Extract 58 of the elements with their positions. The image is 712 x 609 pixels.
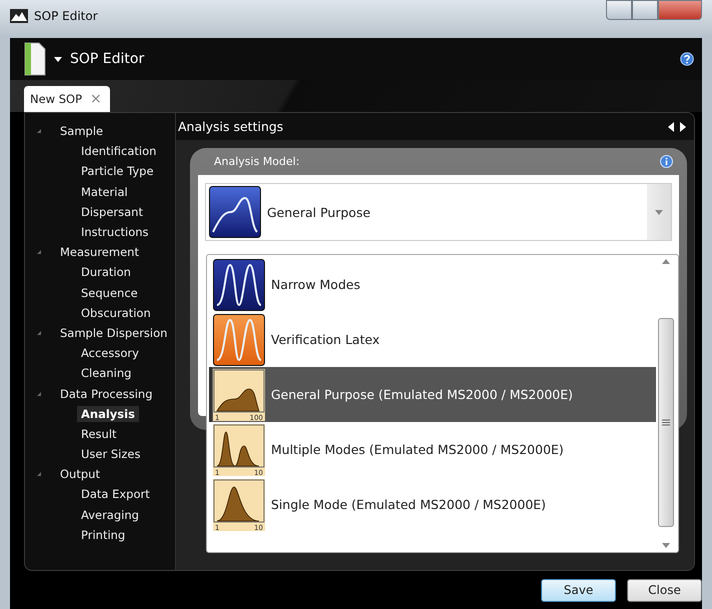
dropdown-value: General Purpose [267,204,370,220]
tree-item[interactable]: User Sizes [77,446,144,462]
field-label: Analysis Model: [214,155,300,168]
grip-icon [662,419,670,426]
tree-item[interactable]: Particle Type [77,163,158,180]
dropdown-option[interactable]: Narrow Modes [209,257,656,312]
tree-item[interactable]: Duration [77,264,135,280]
double-peak-icon [213,314,265,366]
section-title: Analysis settings [178,119,284,134]
tree-item[interactable]: Analysis [77,406,139,422]
help-icon[interactable] [680,52,694,66]
tree-item[interactable]: Printing [77,526,130,543]
caret-icon [655,210,663,214]
mountain-icon [10,9,28,23]
tree-item[interactable]: Sequence [77,284,142,301]
tab-close-button[interactable]: × [90,91,102,107]
curve-icon [209,186,261,238]
tree-item[interactable]: Accessory [77,345,143,362]
tree-group[interactable]: Measurement [60,245,139,260]
scroll-thumb[interactable] [658,318,674,527]
tree-group[interactable]: Sample [60,124,104,138]
double-peak-icon [213,258,265,310]
tree-item[interactable]: Data Export [77,486,154,502]
expanded-arrow-icon[interactable] [37,129,41,134]
tree-item[interactable]: Material [77,184,132,200]
expanded-arrow-icon[interactable] [37,330,41,335]
expanded-arrow-icon[interactable] [37,472,41,476]
scroll-down-icon[interactable] [662,543,670,548]
tree-item[interactable]: Cleaning [77,365,136,382]
app-title: SOP Editor [70,51,144,67]
tree-item[interactable]: Identification [77,143,160,160]
info-icon[interactable] [660,155,673,168]
caret-icon[interactable] [54,56,62,62]
document-tab[interactable]: New SOP × [24,86,110,112]
tree-group[interactable]: Sample Dispersion [60,326,168,340]
next-arrow-icon[interactable] [680,122,686,132]
previous-arrow-icon[interactable] [668,122,674,132]
dropdown-option[interactable]: Verification Latex [209,312,656,367]
expanded-arrow-icon[interactable] [37,250,41,254]
scroll-up-icon[interactable] [662,259,670,264]
tree-item[interactable]: Averaging [77,506,143,523]
scrollbar[interactable] [656,259,676,548]
window-title: SOP Editor [34,9,98,23]
model-dropdown[interactable]: General Purpose [205,183,672,241]
minimize-button[interactable] [606,0,632,20]
tree-group[interactable]: Output [60,467,100,482]
tree-item[interactable]: Dispersant [77,204,147,220]
tree-group[interactable]: Data Processing [60,386,153,401]
close-button[interactable] [658,0,702,20]
document-icon [24,42,46,76]
tab-label: New SOP [30,92,82,106]
expanded-arrow-icon[interactable] [37,392,41,396]
maximize-button[interactable] [632,0,658,20]
tree-item[interactable]: Obscuration [77,304,155,321]
close-button[interactable]: Close [627,578,702,602]
save-button[interactable]: Save [541,578,616,602]
tree-item[interactable]: Result [77,426,121,442]
tree-item[interactable]: Instructions [77,224,153,240]
